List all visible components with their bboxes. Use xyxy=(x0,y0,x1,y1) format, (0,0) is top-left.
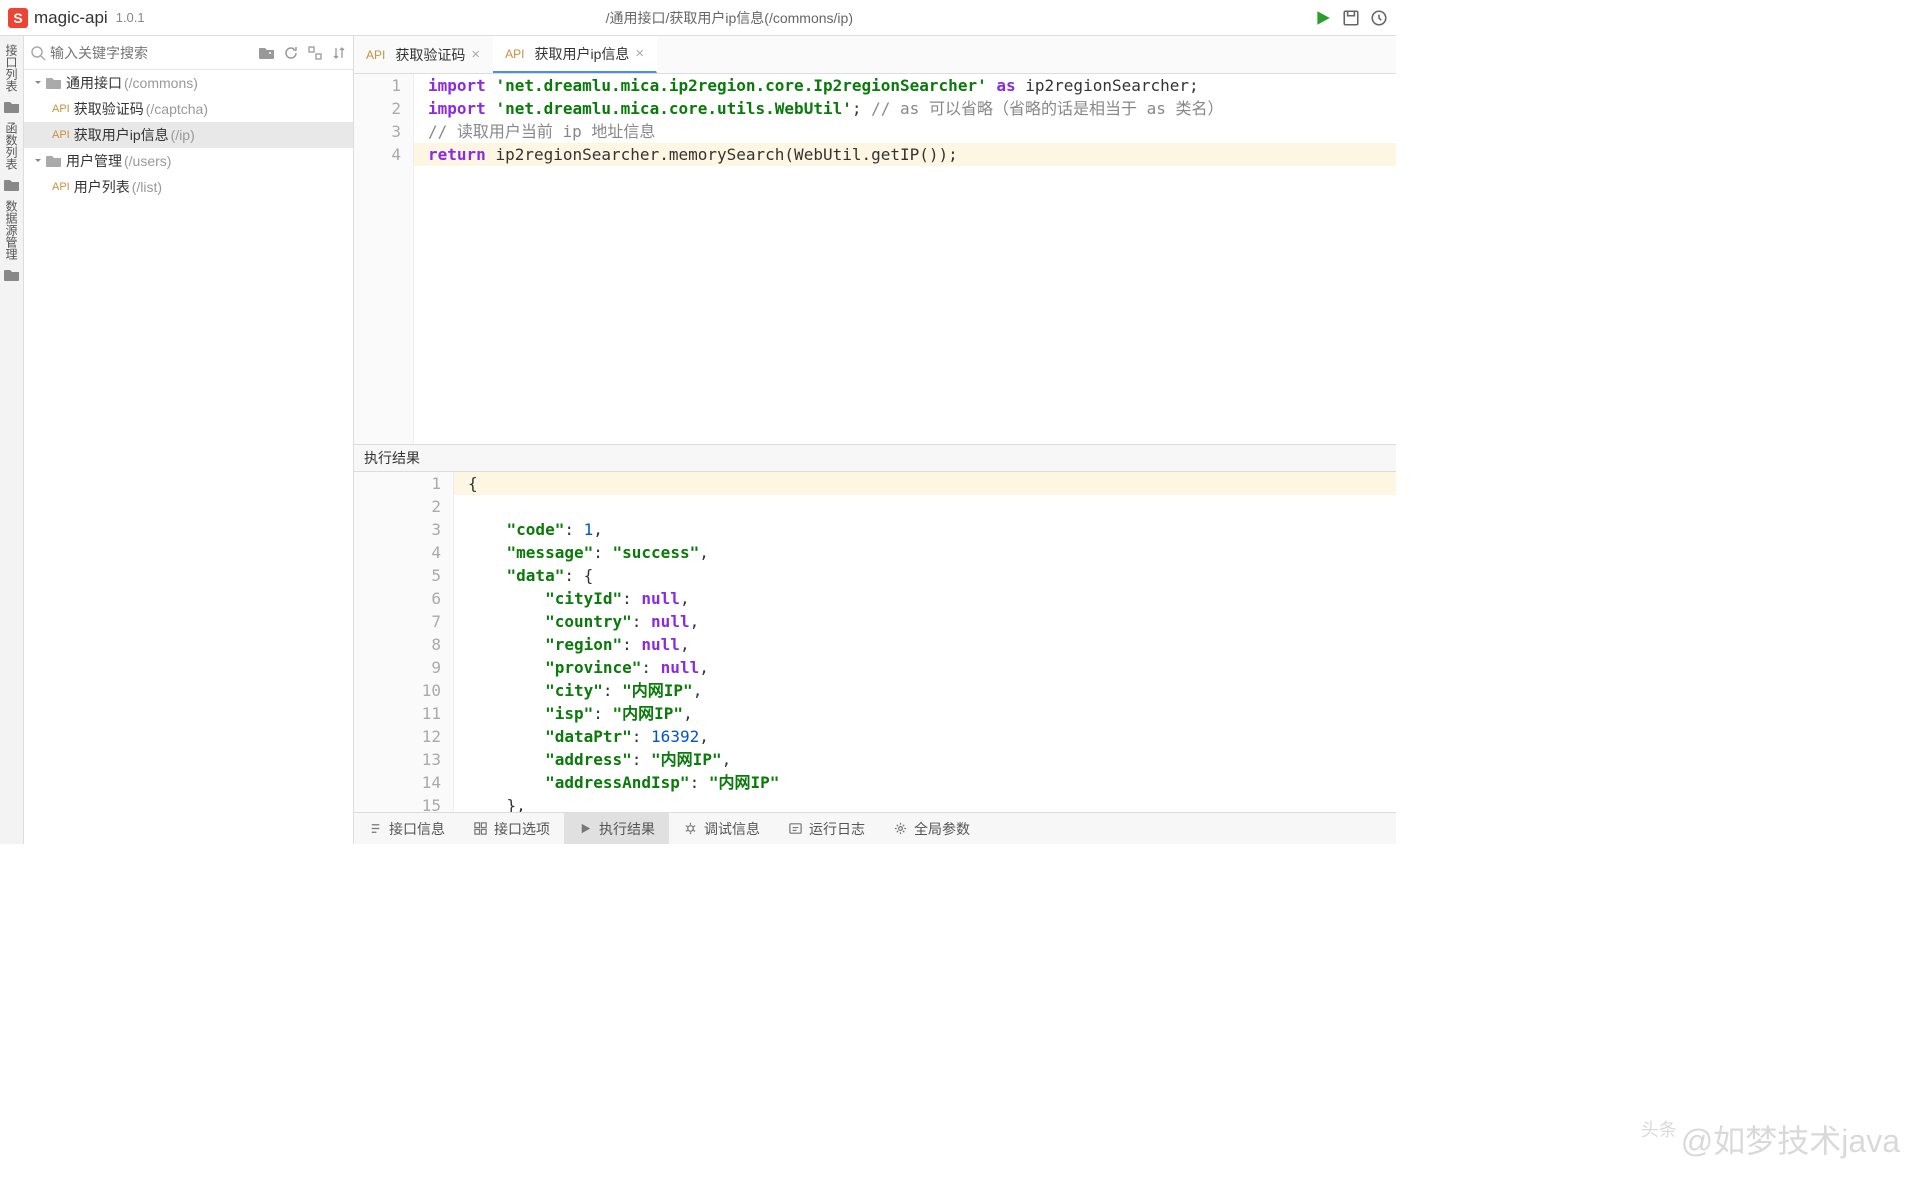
breadcrumb: /通用接口/获取用户ip信息(/commons/ip) xyxy=(145,8,1314,28)
app-version: 1.0.1 xyxy=(116,10,145,25)
folder-icon xyxy=(4,268,20,282)
header: S magic-api 1.0.1 /通用接口/获取用户ip信息(/common… xyxy=(0,0,1396,36)
sort-icon[interactable] xyxy=(331,45,347,61)
bottom-tab-gear[interactable]: 全局参数 xyxy=(879,813,984,844)
bottom-tab-log[interactable]: 运行日志 xyxy=(774,813,879,844)
bottom-tab-grid[interactable]: 接口选项 xyxy=(459,813,564,844)
save-icon[interactable] xyxy=(1342,9,1360,27)
editor-tab[interactable]: API获取用户ip信息× xyxy=(493,36,657,73)
app-logo: S magic-api 1.0.1 xyxy=(8,8,145,28)
result-body[interactable]: { "code": 1, "message": "success", "data… xyxy=(454,472,1396,812)
tree-item[interactable]: API获取用户ip信息(/ip) xyxy=(24,122,353,148)
bottom-tabs: 接口信息接口选项执行结果调试信息运行日志全局参数 xyxy=(354,812,1396,844)
history-icon[interactable] xyxy=(1370,9,1388,27)
editor-tab[interactable]: API获取验证码× xyxy=(354,36,493,73)
tree-item[interactable]: API用户列表(/list) xyxy=(24,174,353,200)
sidebar: 通用接口(/commons)API获取验证码(/captcha)API获取用户i… xyxy=(24,36,354,844)
result-panel: 123456789101112131415 { "code": 1, "mess… xyxy=(354,472,1396,812)
code-body[interactable]: import 'net.dreamlu.mica.ip2region.core.… xyxy=(414,74,1396,444)
search-input[interactable] xyxy=(50,45,259,61)
tree-group[interactable]: 通用接口(/commons) xyxy=(24,70,353,96)
result-header: 执行结果 xyxy=(354,444,1396,472)
api-tree: 通用接口(/commons)API获取验证码(/captcha)API获取用户i… xyxy=(24,70,353,844)
folder-icon xyxy=(4,178,20,192)
left-rail: 接口列表 函数列表 数据源管理 xyxy=(0,36,24,844)
bottom-tab-play[interactable]: 执行结果 xyxy=(564,813,669,844)
locate-icon[interactable] xyxy=(307,45,323,61)
close-icon[interactable]: × xyxy=(471,46,480,63)
tree-item[interactable]: API获取验证码(/captcha) xyxy=(24,96,353,122)
bottom-tab-info[interactable]: 接口信息 xyxy=(354,813,459,844)
editor-tabs: API获取验证码×API获取用户ip信息× xyxy=(354,36,1396,74)
search-row xyxy=(24,36,353,70)
tree-group[interactable]: 用户管理(/users) xyxy=(24,148,353,174)
add-folder-icon[interactable] xyxy=(259,45,275,61)
run-icon[interactable] xyxy=(1314,9,1332,27)
rail-item-function-list[interactable]: 函数列表 xyxy=(3,118,20,174)
search-icon xyxy=(30,45,46,61)
close-icon[interactable]: × xyxy=(635,45,644,62)
watermark: 头条@如梦技术java xyxy=(1641,1116,1900,1162)
rail-item-api-list[interactable]: 接口列表 xyxy=(3,40,20,96)
line-gutter: 1234 xyxy=(354,74,414,444)
folder-icon xyxy=(4,100,20,114)
rail-item-datasource[interactable]: 数据源管理 xyxy=(3,196,20,264)
line-gutter: 123456789101112131415 xyxy=(354,472,454,812)
code-editor[interactable]: 1234 import 'net.dreamlu.mica.ip2region.… xyxy=(354,74,1396,444)
bottom-tab-bug[interactable]: 调试信息 xyxy=(669,813,774,844)
refresh-icon[interactable] xyxy=(283,45,299,61)
logo-icon: S xyxy=(8,8,28,28)
app-name: magic-api xyxy=(34,8,108,28)
